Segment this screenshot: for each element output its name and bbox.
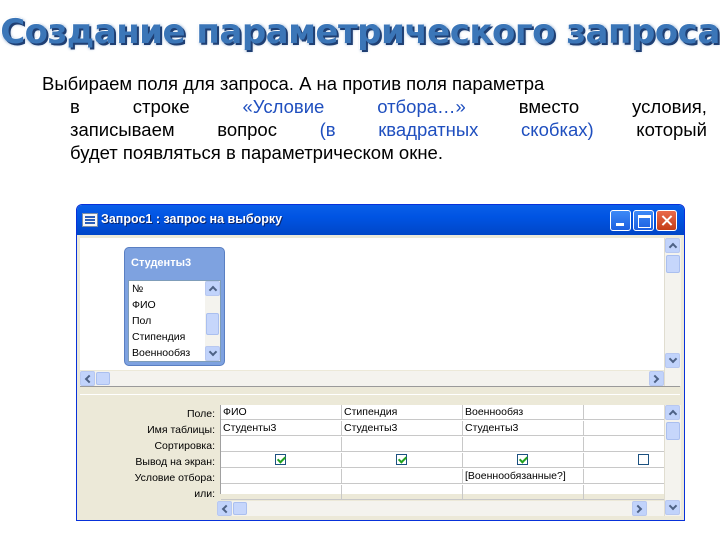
close-button[interactable] (656, 210, 677, 231)
show-checkbox[interactable] (396, 454, 407, 465)
upper-horizontal-scrollbar[interactable] (80, 371, 664, 386)
scroll-thumb[interactable] (666, 255, 680, 273)
title-bar[interactable]: Запрос1 : запрос на выборку (77, 205, 684, 235)
grid-cell-sort[interactable] (342, 437, 463, 452)
design-grid-pane: Поле: Имя таблицы: Сортировка: Вывод на … (80, 395, 665, 500)
grid-cell-table[interactable]: Студенты3 (342, 421, 463, 436)
query-window: Запрос1 : запрос на выборку Студенты3 № … (76, 204, 685, 521)
row-label-show: Вывод на экран: (135, 456, 215, 468)
text-line-2: в строке «Условие отбора…» вместо услови… (42, 95, 707, 118)
text-word: строке (132, 96, 190, 117)
text-word: квадратных (378, 119, 479, 140)
maximize-button[interactable] (633, 210, 654, 231)
text-line-1: Выбираем поля для запроса. А на против п… (42, 73, 545, 94)
text-word: скобках) (521, 119, 594, 140)
grid-cell-criteria[interactable]: [Военнообязанные?] (463, 469, 584, 484)
grid-cell-criteria[interactable] (584, 469, 665, 484)
pane-splitter[interactable] (80, 386, 680, 395)
table-name: Студенты3 (131, 257, 192, 269)
grid-cell-sort[interactable] (584, 437, 665, 452)
show-checkbox[interactable] (638, 454, 649, 465)
scroll-left-icon[interactable] (80, 371, 95, 386)
grid-cell-show (342, 453, 463, 468)
grid-cell-or[interactable] (584, 485, 665, 500)
scroll-right-icon[interactable] (649, 371, 664, 386)
grid-cell-table[interactable]: Студенты3 (463, 421, 584, 436)
show-checkbox[interactable] (275, 454, 286, 465)
text-word: (в (319, 119, 336, 140)
grid-cell-field[interactable]: Военнообяз (463, 405, 584, 420)
grid-cell-show (463, 453, 584, 468)
grid-cell-table[interactable]: Студенты3 (221, 421, 342, 436)
text-word: который (636, 119, 707, 140)
text-word: вопрос (217, 119, 277, 140)
text-word: в (70, 96, 80, 117)
scroll-down-icon[interactable] (665, 353, 680, 368)
text-line-3: записываем вопрос (в квадратных скобках)… (42, 118, 707, 141)
grid-cell-field[interactable]: ФИО (221, 405, 342, 420)
scroll-up-icon[interactable] (665, 405, 680, 420)
grid-cell-or[interactable] (463, 485, 584, 500)
scroll-up-icon[interactable] (665, 238, 680, 253)
grid-cell-field[interactable] (584, 405, 665, 420)
scroll-down-icon[interactable] (205, 346, 220, 361)
row-label-criteria: Условие отбора: (134, 472, 215, 484)
grid-cell-or[interactable] (221, 485, 342, 500)
grid-cell-sort[interactable] (463, 437, 584, 452)
row-label-field: Поле: (186, 408, 215, 420)
scroll-left-icon[interactable] (217, 501, 232, 516)
query-icon (82, 213, 98, 227)
tables-pane: Студенты3 № ФИО Пол Стипендия Военнообяз (80, 238, 664, 370)
row-label-sort: Сортировка: (154, 440, 215, 452)
text-line-4: будет появляться в параметрическом окне. (70, 142, 443, 163)
scroll-thumb[interactable] (666, 422, 680, 440)
lower-horizontal-scrollbar[interactable] (217, 501, 664, 516)
grid-cell-criteria[interactable] (342, 469, 463, 484)
scroll-thumb[interactable] (96, 372, 110, 385)
text-word: записываем (70, 119, 175, 140)
minimize-button[interactable] (610, 210, 631, 231)
scroll-thumb[interactable] (206, 313, 219, 335)
design-grid: ФИО Студенты3 Стипендия Студенты3 Военно… (220, 405, 665, 500)
scroll-right-icon[interactable] (632, 501, 647, 516)
scroll-thumb[interactable] (233, 502, 247, 515)
field-item[interactable]: Пол (132, 315, 151, 327)
text-word: вместо (518, 96, 580, 117)
field-item[interactable]: № (132, 283, 143, 295)
field-list-scrollbar[interactable] (205, 281, 220, 361)
grid-cell-show (221, 453, 342, 468)
slide-title: Создание параметрического запроса (0, 12, 720, 52)
field-item[interactable]: Военнообяз (132, 347, 190, 359)
text-word: условия, (632, 96, 707, 117)
grid-cell-show (584, 453, 665, 468)
scroll-down-icon[interactable] (665, 500, 680, 515)
grid-cell-sort[interactable] (221, 437, 342, 452)
row-label-or: или: (194, 488, 215, 500)
upper-vertical-scrollbar[interactable] (664, 238, 681, 386)
table-field-list[interactable]: Студенты3 № ФИО Пол Стипендия Военнообяз (124, 247, 225, 366)
window-title: Запрос1 : запрос на выборку (101, 212, 283, 226)
show-checkbox[interactable] (517, 454, 528, 465)
grid-cell-table[interactable] (584, 421, 665, 436)
slide-text: Выбираем поля для запроса. А на против п… (42, 72, 707, 164)
row-label-table: Имя таблицы: (147, 424, 215, 436)
grid-cell-field[interactable]: Стипендия (342, 405, 463, 420)
text-word: отбора…» (377, 96, 466, 117)
scroll-up-icon[interactable] (205, 281, 220, 296)
text-word: «Условие (242, 96, 325, 117)
field-item[interactable]: ФИО (132, 299, 156, 311)
grid-cell-criteria[interactable] (221, 469, 342, 484)
grid-cell-or[interactable] (342, 485, 463, 500)
field-item[interactable]: Стипендия (132, 331, 185, 343)
field-list[interactable]: № ФИО Пол Стипендия Военнообяз (128, 280, 221, 362)
lower-vertical-scrollbar[interactable] (664, 405, 681, 516)
